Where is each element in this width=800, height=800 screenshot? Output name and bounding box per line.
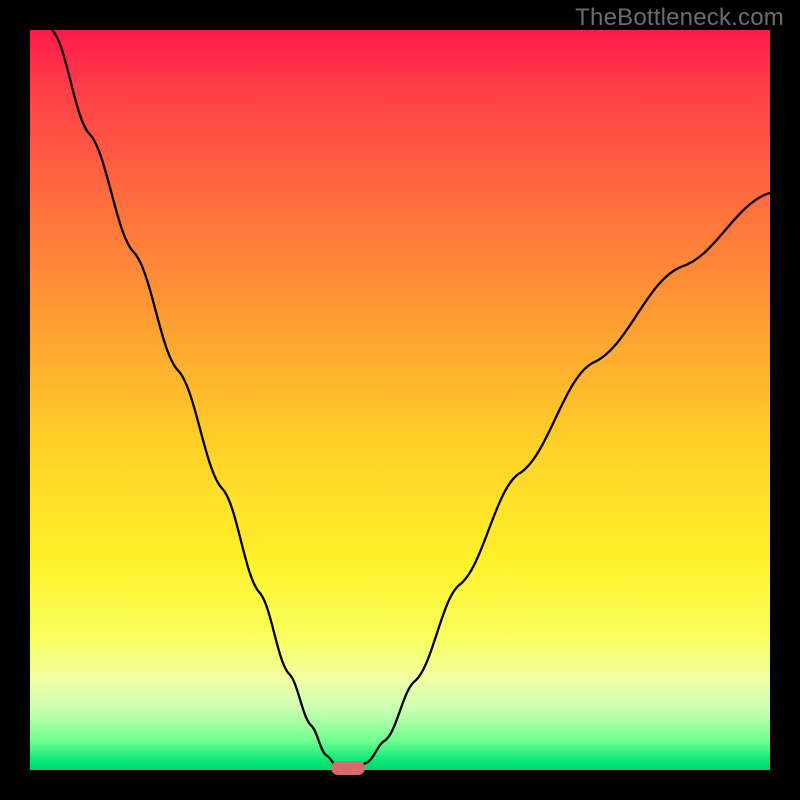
watermark-text: TheBottleneck.com <box>575 4 784 32</box>
minimum-marker <box>331 761 365 775</box>
chart-frame: TheBottleneck.com <box>0 0 800 800</box>
curve-left-branch <box>52 30 344 770</box>
bottleneck-curve <box>30 30 770 770</box>
curve-right-branch <box>356 193 770 770</box>
plot-area <box>30 30 770 770</box>
